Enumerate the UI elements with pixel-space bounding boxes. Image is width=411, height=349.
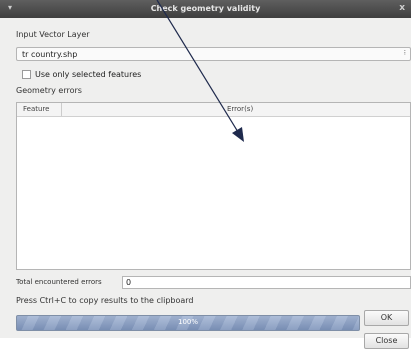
- total-errors-label: Total encountered errors: [16, 278, 102, 286]
- column-header-errors[interactable]: Error(s): [227, 105, 253, 113]
- geometry-errors-label: Geometry errors: [16, 86, 82, 95]
- geometry-errors-table[interactable]: Feature Error(s): [16, 102, 411, 270]
- input-layer-value: tr country.shp: [22, 50, 78, 59]
- total-errors-field: 0: [122, 276, 411, 289]
- ok-button[interactable]: OK: [364, 310, 409, 326]
- close-button[interactable]: Close: [364, 333, 409, 349]
- check-geometry-dialog: Input Vector Layer tr country.shp ⁝ Use …: [0, 18, 411, 349]
- total-errors-value: 0: [126, 278, 132, 287]
- window-title: Check geometry validity: [150, 4, 261, 13]
- spinner-arrows-icon: ⁝: [403, 49, 406, 57]
- close-window-icon[interactable]: x: [399, 3, 405, 13]
- clipboard-hint: Press Ctrl+C to copy results to the clip…: [16, 296, 194, 305]
- column-divider[interactable]: [61, 103, 62, 116]
- table-header: Feature Error(s): [17, 103, 410, 117]
- input-layer-combobox[interactable]: tr country.shp ⁝: [16, 47, 411, 61]
- column-header-feature[interactable]: Feature: [23, 105, 49, 113]
- input-layer-label: Input Vector Layer: [16, 30, 90, 39]
- use-selected-checkbox[interactable]: [22, 70, 31, 79]
- progress-label: 100%: [177, 318, 198, 326]
- title-bar: ▾ Check geometry validity x: [0, 0, 411, 18]
- progress-bar: 100%: [16, 315, 360, 331]
- use-selected-label: Use only selected features: [35, 70, 142, 79]
